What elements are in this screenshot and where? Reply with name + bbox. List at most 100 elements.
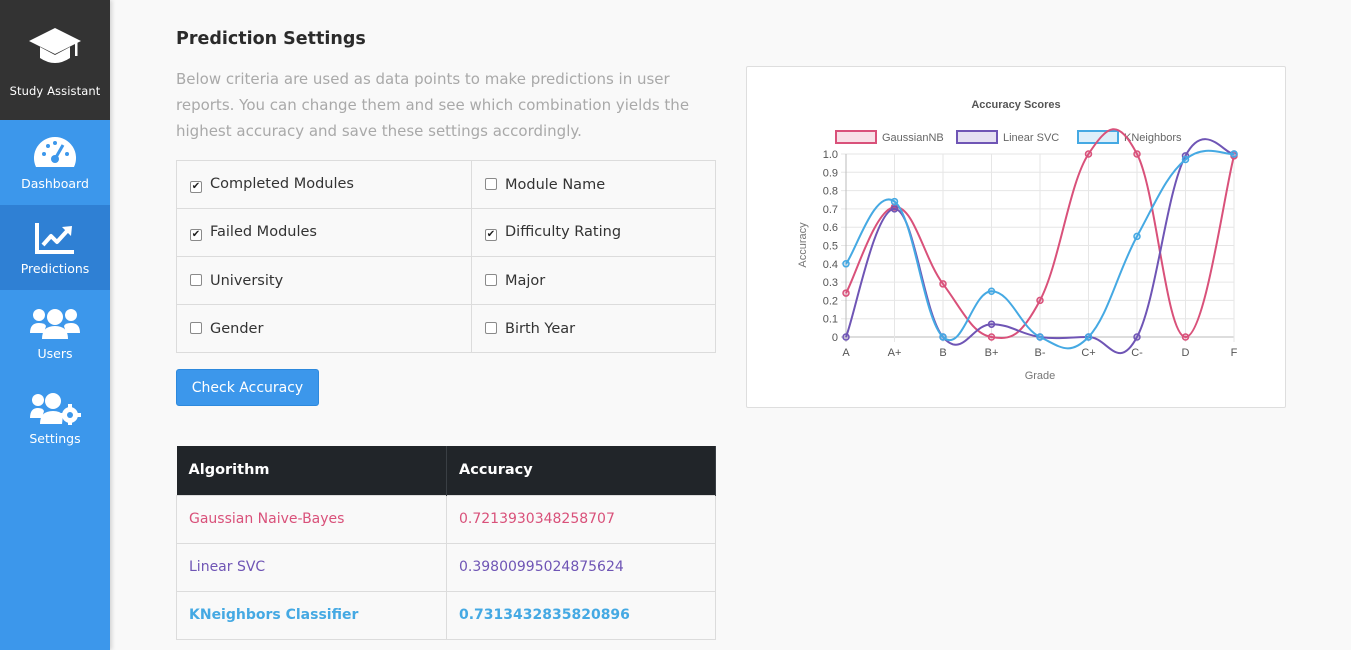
- criteria-option[interactable]: Birth Year: [471, 304, 716, 353]
- checkbox[interactable]: [190, 273, 202, 286]
- checkbox[interactable]: ✔: [190, 181, 202, 193]
- table-row: Linear SVC 0.39800995024875624: [176, 542, 716, 592]
- checkbox[interactable]: [485, 273, 497, 286]
- data-point: [939, 280, 947, 288]
- data-point: [1036, 296, 1044, 305]
- x-tick-label: B: [939, 347, 946, 359]
- results-table: Algorithm Accuracy Gaussian Naive-Bayes …: [176, 446, 716, 640]
- check-accuracy-button[interactable]: Check Accuracy: [176, 369, 319, 406]
- app-name: Study Assistant: [9, 84, 101, 98]
- y-tick-label: 0.7: [823, 204, 838, 216]
- data-point: [1036, 333, 1044, 341]
- page-title: Prediction Settings: [176, 29, 366, 49]
- users-icon: [29, 304, 81, 342]
- criteria-option[interactable]: University: [176, 256, 472, 305]
- nav-item-settings[interactable]: Settings: [0, 375, 110, 460]
- y-tick-label: 0.5: [823, 241, 838, 253]
- data-point: [1084, 333, 1093, 341]
- criteria-label: Difficulty Rating: [505, 224, 622, 240]
- criteria-row: University Major: [176, 256, 716, 305]
- legend-label: Linear SVC: [1003, 132, 1059, 144]
- criteria-option[interactable]: ✔ Failed Modules: [176, 208, 472, 257]
- criteria-label: Gender: [210, 320, 264, 337]
- criteria-label: Failed Modules: [210, 224, 317, 240]
- accuracy-chart-card: Accuracy Scores GaussianNB Linear SVC KNeig…: [746, 66, 1286, 408]
- criteria-option[interactable]: Gender: [176, 304, 472, 353]
- legend-label: KNeighbors: [1124, 132, 1182, 144]
- criteria-row: Gender Birth Year: [176, 304, 716, 353]
- criteria-label: Major: [505, 272, 546, 289]
- y-tick-label: 1.0: [823, 149, 838, 161]
- criteria-label: Module Name: [505, 176, 606, 193]
- column-header-algorithm: Algorithm: [176, 446, 447, 495]
- nav-item-users[interactable]: Users: [0, 290, 110, 375]
- checkbox[interactable]: [485, 321, 497, 334]
- criteria-table: ✔ Completed Modules Module Name ✔ Failed M…: [176, 160, 716, 353]
- nav-item-predictions[interactable]: Predictions: [0, 205, 110, 290]
- checkbox[interactable]: ✔: [190, 229, 202, 241]
- data-point: [1181, 333, 1190, 341]
- data-point: [1133, 150, 1141, 158]
- data-point: [842, 289, 850, 297]
- users-cog-icon: [29, 389, 81, 427]
- legend-label: GaussianNB: [882, 132, 944, 144]
- x-tick-label: B-: [1035, 347, 1046, 359]
- criteria-row: ✔ Failed Modules ✔ Difficulty Rating: [176, 208, 716, 257]
- line-chart-icon: [34, 219, 76, 257]
- algorithm-cell: Gaussian Naive-Bayes: [176, 494, 447, 544]
- data-point: [987, 287, 996, 295]
- x-tick-label: A+: [888, 347, 902, 359]
- nav-label: Users: [37, 346, 73, 361]
- checkbox[interactable]: ✔: [485, 229, 497, 241]
- data-point: [939, 333, 947, 341]
- nav-label: Dashboard: [21, 176, 89, 191]
- algorithm-cell: KNeighbors Classifier: [176, 590, 447, 640]
- data-point: [987, 320, 996, 328]
- criteria-option[interactable]: Module Name: [471, 160, 716, 209]
- accuracy-cell: 0.7213930348258707: [446, 494, 716, 544]
- x-tick-label: C+: [1081, 347, 1095, 359]
- algorithm-cell: Linear SVC: [176, 542, 447, 592]
- x-axis-label: Grade: [1025, 370, 1056, 382]
- checkbox[interactable]: [485, 177, 497, 190]
- chart-title: Accuracy Scores: [971, 99, 1060, 111]
- criteria-option[interactable]: ✔ Difficulty Rating: [471, 208, 716, 257]
- nav-label: Settings: [29, 431, 81, 446]
- data-point: [842, 260, 850, 268]
- x-tick-label: D: [1182, 347, 1190, 359]
- graduation-cap-icon: [28, 26, 82, 74]
- brand[interactable]: Study Assistant: [0, 0, 110, 120]
- x-tick-label: C-: [1131, 347, 1143, 359]
- legend-swatch: [835, 130, 877, 144]
- data-point: [1230, 150, 1238, 158]
- y-tick-label: 0.3: [823, 277, 838, 289]
- criteria-label: Birth Year: [505, 320, 576, 337]
- x-tick-label: B+: [985, 347, 999, 359]
- dashboard-gauge-icon: [32, 134, 78, 172]
- y-tick-label: 0: [832, 332, 838, 344]
- y-tick-label: 0.6: [823, 222, 838, 234]
- legend-swatch: [956, 130, 998, 144]
- sidebar: Study Assistant Dashboard Predictions Us…: [0, 0, 110, 650]
- x-tick-label: A: [842, 347, 850, 359]
- accuracy-cell: 0.7313432835820896: [446, 590, 716, 640]
- criteria-row: ✔ Completed Modules Module Name: [176, 160, 716, 209]
- y-tick-label: 0.9: [823, 167, 838, 179]
- data-point: [1133, 232, 1141, 241]
- checkbox[interactable]: [190, 321, 202, 334]
- criteria-option[interactable]: ✔ Completed Modules: [176, 160, 472, 209]
- criteria-option[interactable]: Major: [471, 256, 716, 305]
- y-axis-label: Accuracy: [797, 222, 809, 268]
- data-point: [890, 197, 899, 206]
- y-tick-label: 0.8: [823, 186, 838, 198]
- criteria-label: Completed Modules: [210, 176, 354, 192]
- data-point: [1084, 150, 1093, 158]
- nav-item-dashboard[interactable]: Dashboard: [0, 120, 110, 205]
- accuracy-cell: 0.39800995024875624: [446, 542, 716, 592]
- data-point: [987, 333, 996, 341]
- x-tick-label: F: [1231, 347, 1238, 359]
- nav-label: Predictions: [20, 261, 90, 276]
- table-row: Gaussian Naive-Bayes 0.7213930348258707: [176, 494, 716, 544]
- criteria-label: University: [210, 272, 284, 289]
- results-header-row: Algorithm Accuracy: [176, 446, 716, 495]
